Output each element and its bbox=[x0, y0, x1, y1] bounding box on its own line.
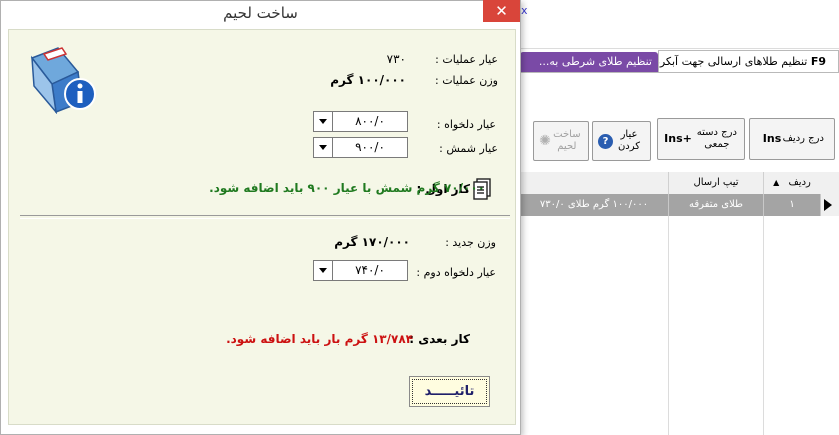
cell-desc: ۱۰۰/۰۰۰ گرم طلای ۷۳۰/۰ bbox=[539, 199, 649, 210]
ingot-assay-label: عیار شمش : bbox=[439, 142, 498, 155]
chevron-down-icon[interactable] bbox=[314, 261, 332, 280]
insert-key-icon: Ins bbox=[762, 132, 782, 145]
assay-label: عیار کردن bbox=[617, 129, 641, 152]
info-book-icon bbox=[28, 42, 100, 115]
col-header-type[interactable]: تیپ ارسال bbox=[668, 172, 763, 194]
insert-batch-label: درج دسته جمعی bbox=[696, 127, 737, 150]
grid-line bbox=[763, 216, 764, 435]
make-solder-button[interactable]: ساخت لحیم ✺ bbox=[533, 121, 589, 161]
insert-batch-key-icon: +Ins bbox=[664, 132, 692, 145]
header-link[interactable]: x bbox=[521, 4, 528, 17]
make-solder-label: ساخت لحیم bbox=[553, 129, 581, 152]
help-icon: ? bbox=[598, 133, 613, 149]
tab-shortcut: F9 bbox=[810, 55, 826, 68]
cell-type: طلای متفرقه bbox=[668, 194, 763, 216]
new-weight-label: وزن جدید : bbox=[445, 236, 496, 249]
next-work-message: ۱۳/۷۸۴ گرم بار باید اضافه شود. bbox=[226, 332, 413, 346]
section-divider bbox=[20, 215, 510, 219]
tab-conditional-gold[interactable]: تنظیم طلای شرطی به... bbox=[520, 52, 658, 72]
first-work-message: ۷۰/۰۰۰ گرم شمش با عیار ۹۰۰ باید اضافه شو… bbox=[209, 181, 485, 195]
sort-asc-icon: ▲ bbox=[773, 178, 780, 187]
col-header-desc[interactable] bbox=[520, 172, 668, 194]
app-header bbox=[520, 0, 839, 49]
tab-gold-refining[interactable]: F9 تنظیم طلاهای ارسالی جهت آبکردن bbox=[658, 50, 839, 72]
ingot-assay-value: ۹۰۰/۰ bbox=[332, 138, 407, 157]
tab-label: تنظیم طلاهای ارسالی جهت آبکردن bbox=[658, 55, 808, 68]
cell-row-no: ۱ bbox=[763, 194, 820, 216]
close-button[interactable]: ✕ bbox=[483, 0, 520, 22]
current-row-icon bbox=[824, 199, 832, 211]
op-assay-value: ۷۳۰ bbox=[386, 52, 406, 66]
desired-assay-select[interactable]: ۸۰۰/۰ bbox=[313, 111, 408, 132]
gear-icon: ✺ bbox=[539, 133, 551, 149]
grid-line bbox=[668, 216, 669, 435]
dialog-title: ساخت لحیم bbox=[223, 4, 298, 22]
second-assay-select[interactable]: ۷۴۰/۰ bbox=[313, 260, 408, 281]
table-row[interactable]: ۱ طلای متفرقه ۱۰۰/۰۰۰ گرم طلای ۷۳۰/۰ bbox=[520, 194, 820, 216]
grid-header: ردیف ▲ تیپ ارسال bbox=[520, 172, 839, 195]
chevron-down-icon[interactable] bbox=[314, 138, 332, 157]
op-weight-value: ۱۰۰/۰۰۰ گرم bbox=[330, 73, 406, 87]
op-weight-label: وزن عملیات : bbox=[435, 74, 498, 87]
chevron-down-icon[interactable] bbox=[314, 112, 332, 131]
second-assay-value: ۷۴۰/۰ bbox=[332, 261, 407, 280]
new-weight-value: ۱۷۰/۰۰۰ گرم bbox=[334, 235, 410, 249]
insert-batch-button[interactable]: درج دسته جمعی +Ins bbox=[657, 118, 745, 160]
insert-row-button[interactable]: درج ردیف Ins bbox=[749, 118, 835, 160]
op-assay-label: عیار عملیات : bbox=[435, 53, 498, 66]
insert-row-label: درج ردیف bbox=[782, 133, 824, 144]
col-header-row[interactable]: ردیف ▲ bbox=[763, 172, 820, 194]
desired-assay-label: عیار دلخواه : bbox=[436, 118, 496, 131]
assay-button[interactable]: عیار کردن ? bbox=[592, 121, 651, 161]
ingot-assay-select[interactable]: ۹۰۰/۰ bbox=[313, 137, 408, 158]
tab-divider bbox=[520, 72, 839, 73]
next-work-label: کار بعدی : bbox=[409, 332, 470, 346]
col-row-label: ردیف bbox=[788, 177, 811, 188]
second-assay-label: عیار دلخواه دوم : bbox=[416, 266, 496, 279]
desired-assay-value: ۸۰۰/۰ bbox=[332, 112, 407, 131]
confirm-button[interactable]: تائیـــــد bbox=[409, 376, 490, 407]
